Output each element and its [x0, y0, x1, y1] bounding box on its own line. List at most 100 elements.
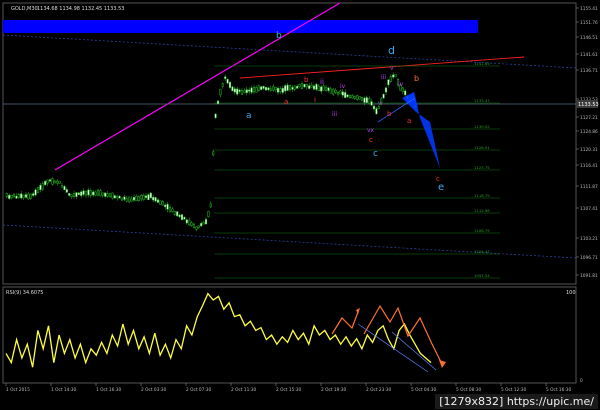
- candle-body: [176, 211, 179, 217]
- candle-body: [336, 91, 340, 95]
- wave-label[interactable]: iv: [398, 81, 404, 88]
- x-tick-label: 2 Oct 23:30: [366, 387, 392, 393]
- candle-body: [113, 195, 116, 199]
- candle-body: [51, 178, 54, 185]
- wave-label[interactable]: v: [390, 65, 394, 72]
- wave-label[interactable]: b: [304, 76, 309, 84]
- wave-label[interactable]: a: [246, 111, 252, 121]
- fib-level-label: 1130.52: [474, 124, 490, 129]
- wave-label[interactable]: b: [414, 74, 419, 83]
- wave-label[interactable]: b: [276, 31, 282, 41]
- wave-label[interactable]: e: [438, 182, 444, 193]
- fib-level-label: 1112.98: [474, 208, 490, 213]
- candle-body: [320, 86, 323, 92]
- wave-label[interactable]: b: [387, 110, 392, 118]
- rsi-max-label: 100: [566, 290, 576, 296]
- wave-label[interactable]: a: [284, 98, 288, 106]
- candle-body: [118, 195, 121, 199]
- wave-label[interactable]: c: [436, 175, 440, 183]
- candle-body: [144, 195, 148, 198]
- candle-body: [190, 222, 193, 226]
- candle-body: [180, 214, 184, 221]
- wave-label[interactable]: iii: [381, 74, 386, 81]
- wave-label[interactable]: d: [388, 44, 395, 57]
- candle-body: [17, 193, 20, 198]
- candle-body: [197, 225, 200, 228]
- candle-body: [166, 204, 169, 210]
- candle-body: [75, 192, 78, 197]
- candle-body: [195, 226, 198, 230]
- x-tick-label: 2 Oct 15:30: [276, 387, 302, 393]
- candle-body: [226, 78, 229, 84]
- wave-label[interactable]: iv: [340, 83, 346, 90]
- candle-body: [70, 194, 73, 197]
- candle-body: [142, 195, 145, 200]
- y-tick-label: 1141.61: [580, 52, 598, 58]
- candle-body: [382, 93, 385, 99]
- candle-body: [291, 87, 294, 90]
- x-tick-label: 1 Oct 14:30: [51, 387, 77, 393]
- candle-body: [41, 183, 44, 190]
- candle-body: [389, 76, 392, 82]
- candle-body: [288, 85, 292, 90]
- wave-label[interactable]: iii: [332, 111, 337, 118]
- candle-body: [238, 89, 241, 92]
- candle-body: [168, 206, 172, 213]
- candle-body: [44, 180, 47, 186]
- wave-label[interactable]: c: [373, 149, 378, 159]
- trading-chart[interactable]: GOLD,M30 1134.68 1134.98 1132.45 1133.53…: [0, 0, 600, 410]
- x-tick-label: 2 Oct 11:30: [231, 387, 257, 393]
- candle-body: [224, 76, 227, 79]
- candle-body: [298, 84, 301, 87]
- candle-body: [394, 74, 397, 77]
- candle-body: [116, 196, 119, 199]
- candle-body: [269, 88, 272, 91]
- candle-body: [219, 89, 222, 96]
- x-tick-label: 5 Oct 04:30: [411, 387, 437, 393]
- candle-body: [56, 180, 59, 184]
- candle-body: [356, 95, 359, 100]
- wave-label[interactable]: c: [369, 136, 373, 144]
- resistance-zone-rectangle[interactable]: [3, 20, 478, 33]
- candle-body: [370, 101, 373, 106]
- y-tick-label: 1111.87: [580, 184, 598, 190]
- candle-body: [48, 179, 52, 182]
- wave-label[interactable]: ii: [320, 78, 324, 86]
- candle-body: [87, 189, 90, 196]
- candle-body: [228, 81, 232, 88]
- wave-label[interactable]: a: [407, 117, 411, 125]
- candle-body: [404, 90, 407, 96]
- candle-body: [164, 204, 167, 208]
- symbol-label: GOLD,M30: [11, 6, 38, 12]
- rsi-tick-label: 0: [580, 378, 583, 384]
- candle-body: [123, 196, 126, 200]
- watermark: [1279x832] https://upic.me/: [435, 394, 598, 409]
- candle-body: [99, 190, 102, 197]
- candle-body: [346, 94, 349, 97]
- fib-level-label: 1123.75: [474, 165, 490, 170]
- candle-body: [29, 193, 32, 199]
- wave-label[interactable]: i: [314, 96, 316, 104]
- y-tick-label: 1146.51: [580, 35, 598, 41]
- candle-body: [260, 86, 263, 90]
- wave-label[interactable]: vx: [367, 127, 375, 134]
- candle-body: [240, 90, 244, 95]
- candle-body: [27, 193, 30, 200]
- candle-body: [183, 216, 186, 220]
- candle-body: [24, 194, 28, 198]
- x-tick-label: 1 Oct 2015: [6, 387, 30, 393]
- y-tick-label: 1136.71: [580, 68, 598, 74]
- candle-body: [214, 113, 217, 119]
- candle-body: [63, 186, 66, 191]
- candle-body: [296, 86, 299, 89]
- candle-body: [344, 92, 347, 98]
- wave-label[interactable]: v: [378, 100, 382, 107]
- candle-body: [65, 189, 68, 193]
- candle-body: [5, 193, 8, 198]
- candle-body: [82, 190, 85, 195]
- candle-body: [111, 192, 114, 199]
- y-tick-label: 1096.71: [580, 255, 598, 261]
- candle-body: [147, 194, 150, 201]
- ohlc-values: 1134.68 1134.98 1132.45 1133.53: [37, 6, 124, 12]
- candle-body: [171, 208, 174, 212]
